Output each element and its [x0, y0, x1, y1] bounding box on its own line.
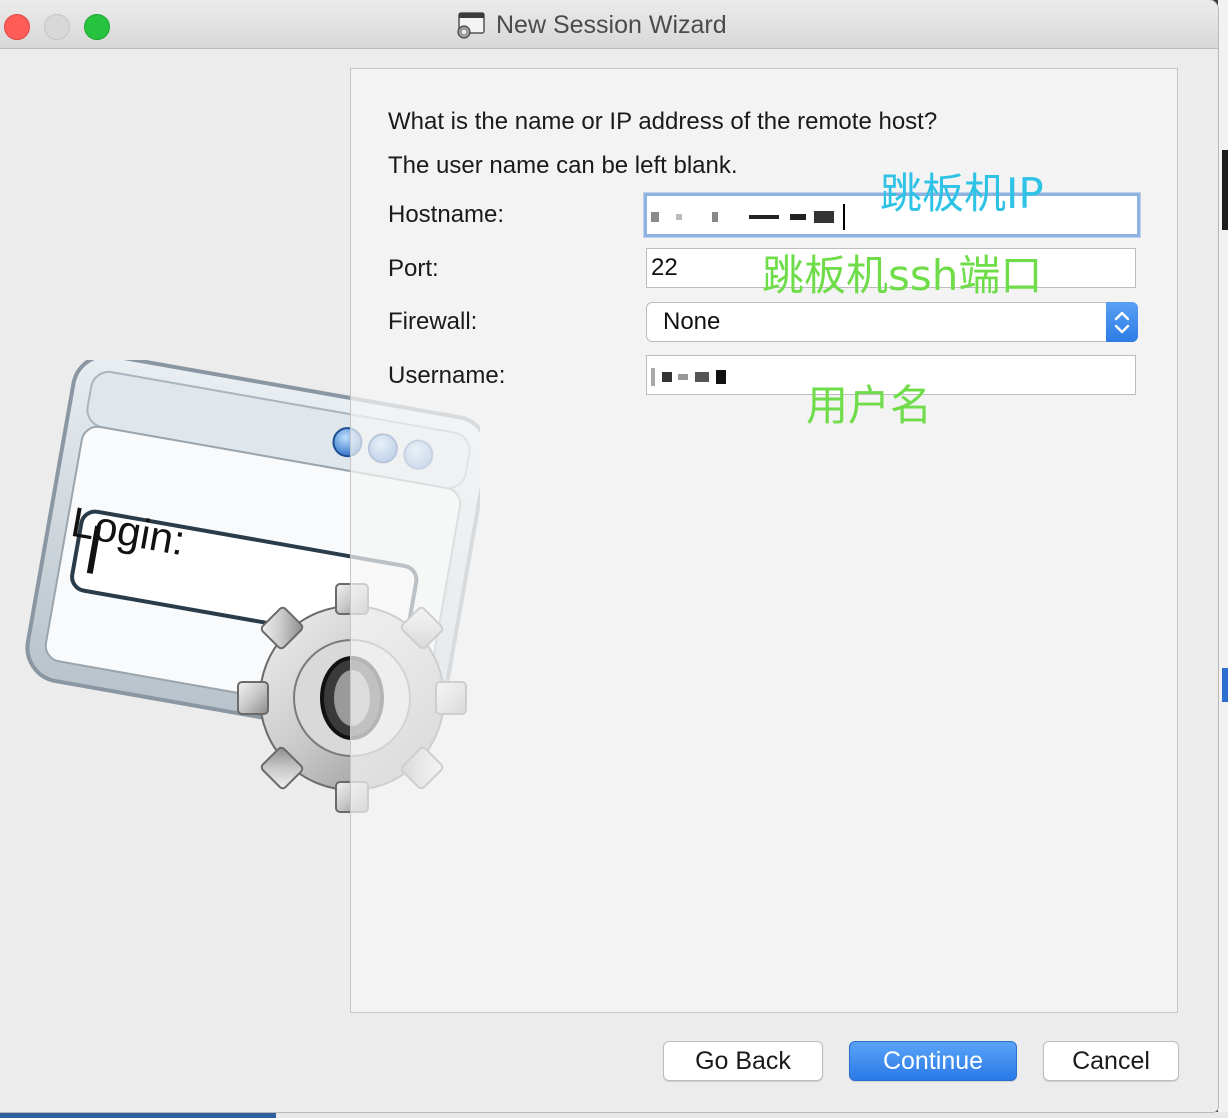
- minimize-window-button[interactable]: [44, 14, 70, 40]
- window-title: New Session Wizard: [496, 10, 727, 39]
- cancel-button[interactable]: Cancel: [1043, 1041, 1179, 1081]
- wizard-window: New Session Wizard Login: What is the na…: [0, 0, 1218, 1112]
- username-annotation: 用户名: [806, 381, 933, 430]
- background-app-strip: [1222, 150, 1228, 230]
- port-label: Port:: [388, 255, 439, 282]
- redacted-hostname: [651, 202, 846, 230]
- redacted-username: [651, 362, 726, 389]
- title-bar: New Session Wizard: [0, 0, 1218, 49]
- username-hint: The user name can be left blank.: [388, 152, 738, 179]
- close-window-button[interactable]: [4, 14, 30, 40]
- chevron-updown-icon: [1106, 302, 1138, 342]
- host-question: What is the name or IP address of the re…: [388, 108, 938, 135]
- firewall-select[interactable]: None: [646, 302, 1138, 342]
- background-app-strip: [1222, 668, 1228, 702]
- hostname-label: Hostname:: [388, 201, 505, 228]
- hostname-annotation: 跳板机IP: [880, 169, 1044, 218]
- window-title-group: New Session Wizard: [456, 10, 727, 40]
- firewall-selected-value: None: [663, 308, 721, 335]
- go-back-button[interactable]: Go Back: [663, 1041, 823, 1081]
- username-label: Username:: [388, 362, 506, 389]
- background-app-edge: [1218, 0, 1228, 1118]
- session-app-icon: [456, 11, 486, 39]
- continue-button[interactable]: Continue: [849, 1041, 1017, 1081]
- zoom-window-button[interactable]: [84, 14, 110, 40]
- port-annotation: 跳板机ssh端口: [762, 251, 1043, 300]
- background-taskbar-edge: [0, 1112, 1228, 1118]
- firewall-label: Firewall:: [388, 308, 478, 335]
- background-app-strip: [0, 1112, 276, 1118]
